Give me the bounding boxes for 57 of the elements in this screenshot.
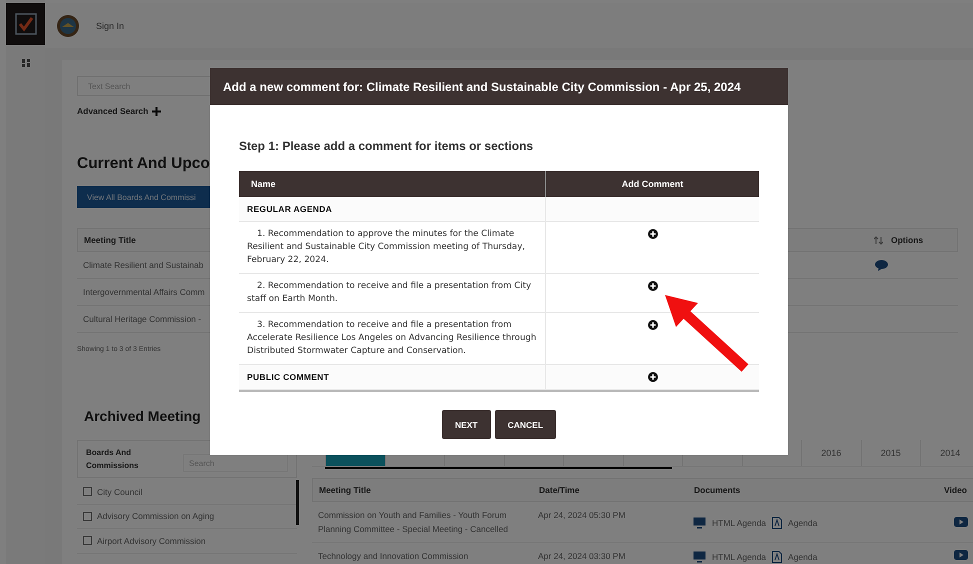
sort-icon[interactable] [874, 236, 883, 244]
step-heading: Step 1: Please add a comment for items or sections [239, 138, 534, 154]
section-heading: Current And Upco [77, 155, 210, 173]
html-agenda-link[interactable]: HTML Agenda [712, 550, 766, 564]
advanced-search-link[interactable]: Advanced Search [77, 106, 148, 116]
section-name: REGULAR AGENDA [239, 197, 546, 221]
add-comment-icon[interactable] [648, 372, 658, 382]
year-tab[interactable]: 2014 [920, 440, 973, 466]
pdf-icon[interactable] [772, 517, 782, 529]
column-header[interactable]: Date/Time [533, 483, 688, 497]
app-logo[interactable] [6, 3, 45, 45]
agenda-item: 3. Recommendation to receive and file a presentation from Accelerate Resilience Los Angeles on Advancing Resilience through Distributed Stormwater Capture and Conservation. [239, 313, 546, 364]
meeting-title[interactable]: Commission on Youth and Families - Youth Forum Planning Committee - Special Meeting - Cancelled [312, 508, 532, 536]
html-agenda-link[interactable]: HTML Agenda [712, 516, 766, 530]
column-header[interactable]: Documents [688, 483, 938, 497]
pdf-icon[interactable] [772, 551, 782, 563]
filter-label: Boards And Commissions [86, 447, 140, 472]
agenda-link[interactable]: Agenda [788, 516, 818, 530]
column-header[interactable]: Meeting Title [313, 483, 533, 497]
speech-bubble-icon[interactable] [875, 260, 888, 270]
date-time: Apr 24, 2024 03:30 PM [537, 550, 626, 563]
dialog-button[interactable]: CANCEL [494, 410, 556, 439]
column-header[interactable]: Options [891, 235, 924, 245]
checkbox[interactable] [83, 536, 92, 546]
year-tab[interactable]: 2015 [860, 440, 920, 466]
column-header[interactable]: Meeting Title [78, 235, 136, 245]
board-name[interactable]: Airport Advisory Commission [97, 536, 206, 546]
agenda-item: 1. Recommendation to approve the minutes for the Climate Resilient and Sustainable City Commission meeting of Thursday, February 22, 2024. [239, 222, 546, 273]
video-icon[interactable] [954, 517, 968, 527]
checkbox[interactable] [83, 487, 92, 496]
seal-logo [56, 14, 80, 38]
dashboard-icon[interactable] [22, 59, 30, 67]
column-header[interactable]: Video [938, 483, 973, 497]
meeting-title[interactable]: Technology and Innovation Commission [312, 549, 532, 563]
column-header: Add Comment [620, 179, 684, 189]
dialog-button[interactable]: NEXT [442, 410, 491, 439]
monitor-icon[interactable] [693, 517, 706, 529]
section-heading: Archived Meeting [84, 407, 201, 426]
checkmark-icon [14, 13, 36, 35]
checkbox[interactable] [83, 512, 92, 521]
add-comment-icon[interactable] [648, 281, 658, 291]
agenda-item: 2. Recommendation to receive and file a presentation from City staff on Earth Month. [239, 274, 546, 312]
board-name[interactable]: Advisory Commission on Aging [97, 511, 214, 522]
add-comment-icon[interactable] [648, 229, 658, 239]
meeting-title[interactable]: Intergovernmental Affairs Comm [77, 287, 205, 297]
section-name: PUBLIC COMMENT [239, 365, 546, 389]
sign-in-link[interactable]: Sign In [96, 20, 124, 30]
monitor-icon[interactable] [693, 551, 706, 563]
video-icon[interactable] [954, 550, 968, 560]
board-name[interactable]: City Council [97, 486, 142, 497]
agenda-link[interactable]: Agenda [788, 550, 818, 564]
meeting-title[interactable]: Cultural Heritage Commission - [77, 314, 202, 324]
meeting-title[interactable]: Climate Resilient and Sustainab [77, 260, 204, 270]
add-comment-icon[interactable] [648, 320, 658, 330]
date-time: Apr 24, 2024 05:30 PM [537, 509, 626, 522]
plus-icon[interactable] [152, 106, 162, 116]
year-tab[interactable]: 2016 [801, 440, 860, 466]
